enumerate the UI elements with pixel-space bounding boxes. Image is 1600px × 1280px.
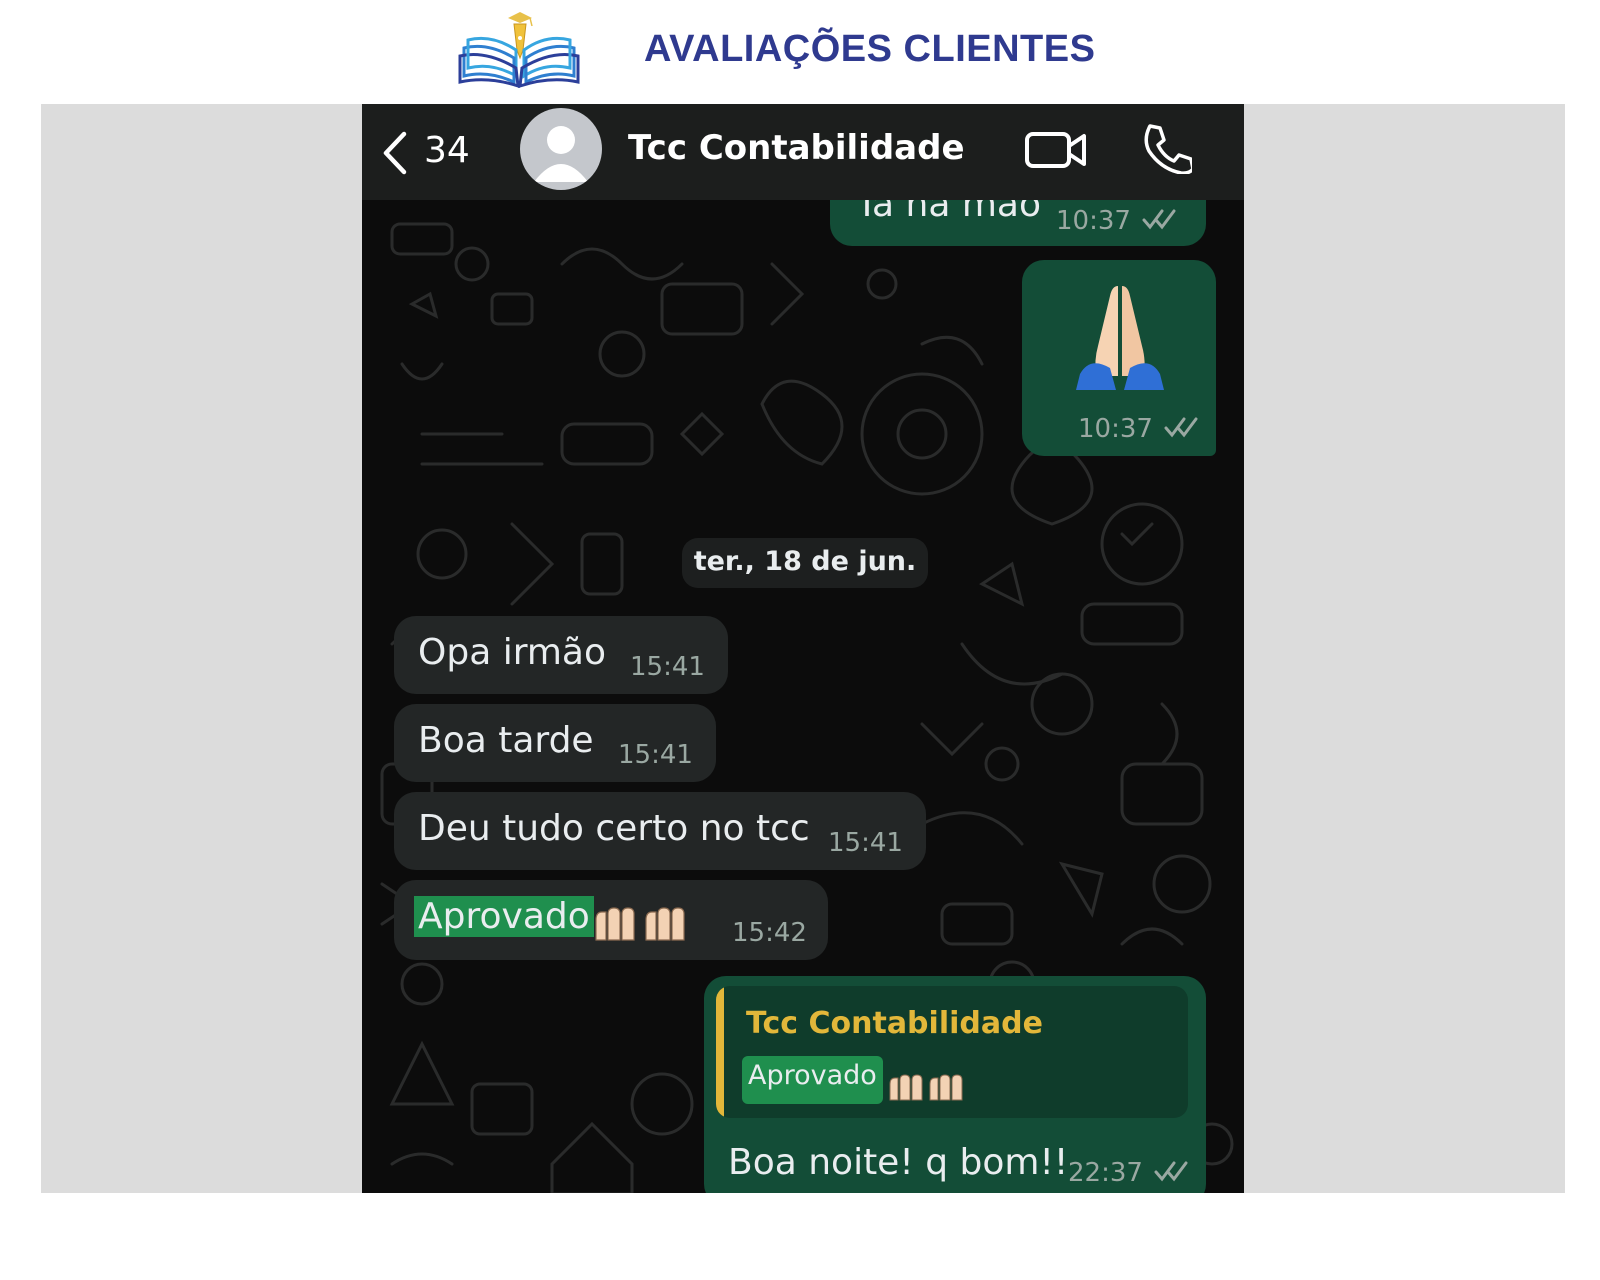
message-time: 15:41 bbox=[618, 740, 693, 770]
quoted-author: Tcc Contabilidade bbox=[746, 1006, 1043, 1041]
message-bubble-outgoing[interactable]: 10:37 bbox=[1022, 260, 1216, 456]
message-time: 15:41 bbox=[828, 828, 903, 858]
message-text: Boa noite! q bom!! bbox=[728, 1142, 1069, 1183]
book-logo-icon bbox=[458, 12, 580, 88]
message-text: Opa irmão bbox=[418, 632, 607, 673]
date-divider-label: ter., 18 de jun. bbox=[693, 546, 917, 577]
message-time: 15:42 bbox=[732, 918, 807, 948]
message-time: 10:37 bbox=[1056, 206, 1131, 236]
folded-hands-emoji-icon bbox=[1076, 286, 1164, 390]
page-title: AVALIAÇÕES CLIENTES bbox=[644, 28, 1096, 70]
message-time: 15:41 bbox=[630, 652, 705, 682]
quoted-message[interactable]: Tcc Contabilidade Aprovado bbox=[716, 986, 1188, 1118]
back-button[interactable]: 34 bbox=[374, 122, 484, 180]
message-bubble-outgoing[interactable]: Tcc Contabilidade Aprovado Boa noite! q … bbox=[704, 976, 1206, 1193]
message-bubble-incoming[interactable]: Boa tarde 15:41 bbox=[394, 704, 716, 782]
message-text: Boa tarde bbox=[418, 720, 594, 761]
message-bubble-incoming[interactable]: Aprovado 15:42 bbox=[394, 880, 828, 960]
message-text: Aprovado bbox=[414, 896, 594, 937]
unread-count: 34 bbox=[424, 130, 470, 171]
read-receipt-icon bbox=[1164, 417, 1198, 438]
read-receipt-icon bbox=[1154, 1161, 1188, 1182]
message-text: Deu tudo certo no tcc bbox=[418, 808, 810, 849]
read-receipt-icon bbox=[1142, 209, 1176, 230]
chat-screenshot: 34 Tcc Contabilidade Tá na mão 10:37 10:… bbox=[362, 104, 1244, 1193]
phone-icon[interactable] bbox=[1140, 122, 1192, 174]
message-bubble-incoming[interactable]: Deu tudo certo no tcc 15:41 bbox=[394, 792, 926, 870]
video-call-icon[interactable] bbox=[1024, 126, 1088, 174]
person-icon bbox=[534, 126, 588, 182]
contact-avatar[interactable] bbox=[520, 108, 602, 190]
raised-hands-emoji-icon bbox=[595, 907, 685, 941]
raised-hands-emoji-icon bbox=[889, 1074, 963, 1101]
chevron-left-icon bbox=[383, 131, 407, 175]
quote-accent-bar bbox=[716, 986, 724, 1118]
message-bubble-incoming[interactable]: Opa irmão 15:41 bbox=[394, 616, 728, 694]
date-divider: ter., 18 de jun. bbox=[682, 538, 928, 588]
message-time: 10:37 bbox=[1078, 414, 1153, 444]
contact-name[interactable]: Tcc Contabilidade bbox=[628, 128, 965, 168]
chat-header: 34 Tcc Contabilidade bbox=[362, 104, 1244, 200]
message-time: 22:37 bbox=[1068, 1158, 1143, 1188]
quoted-text: Aprovado bbox=[742, 1056, 883, 1104]
